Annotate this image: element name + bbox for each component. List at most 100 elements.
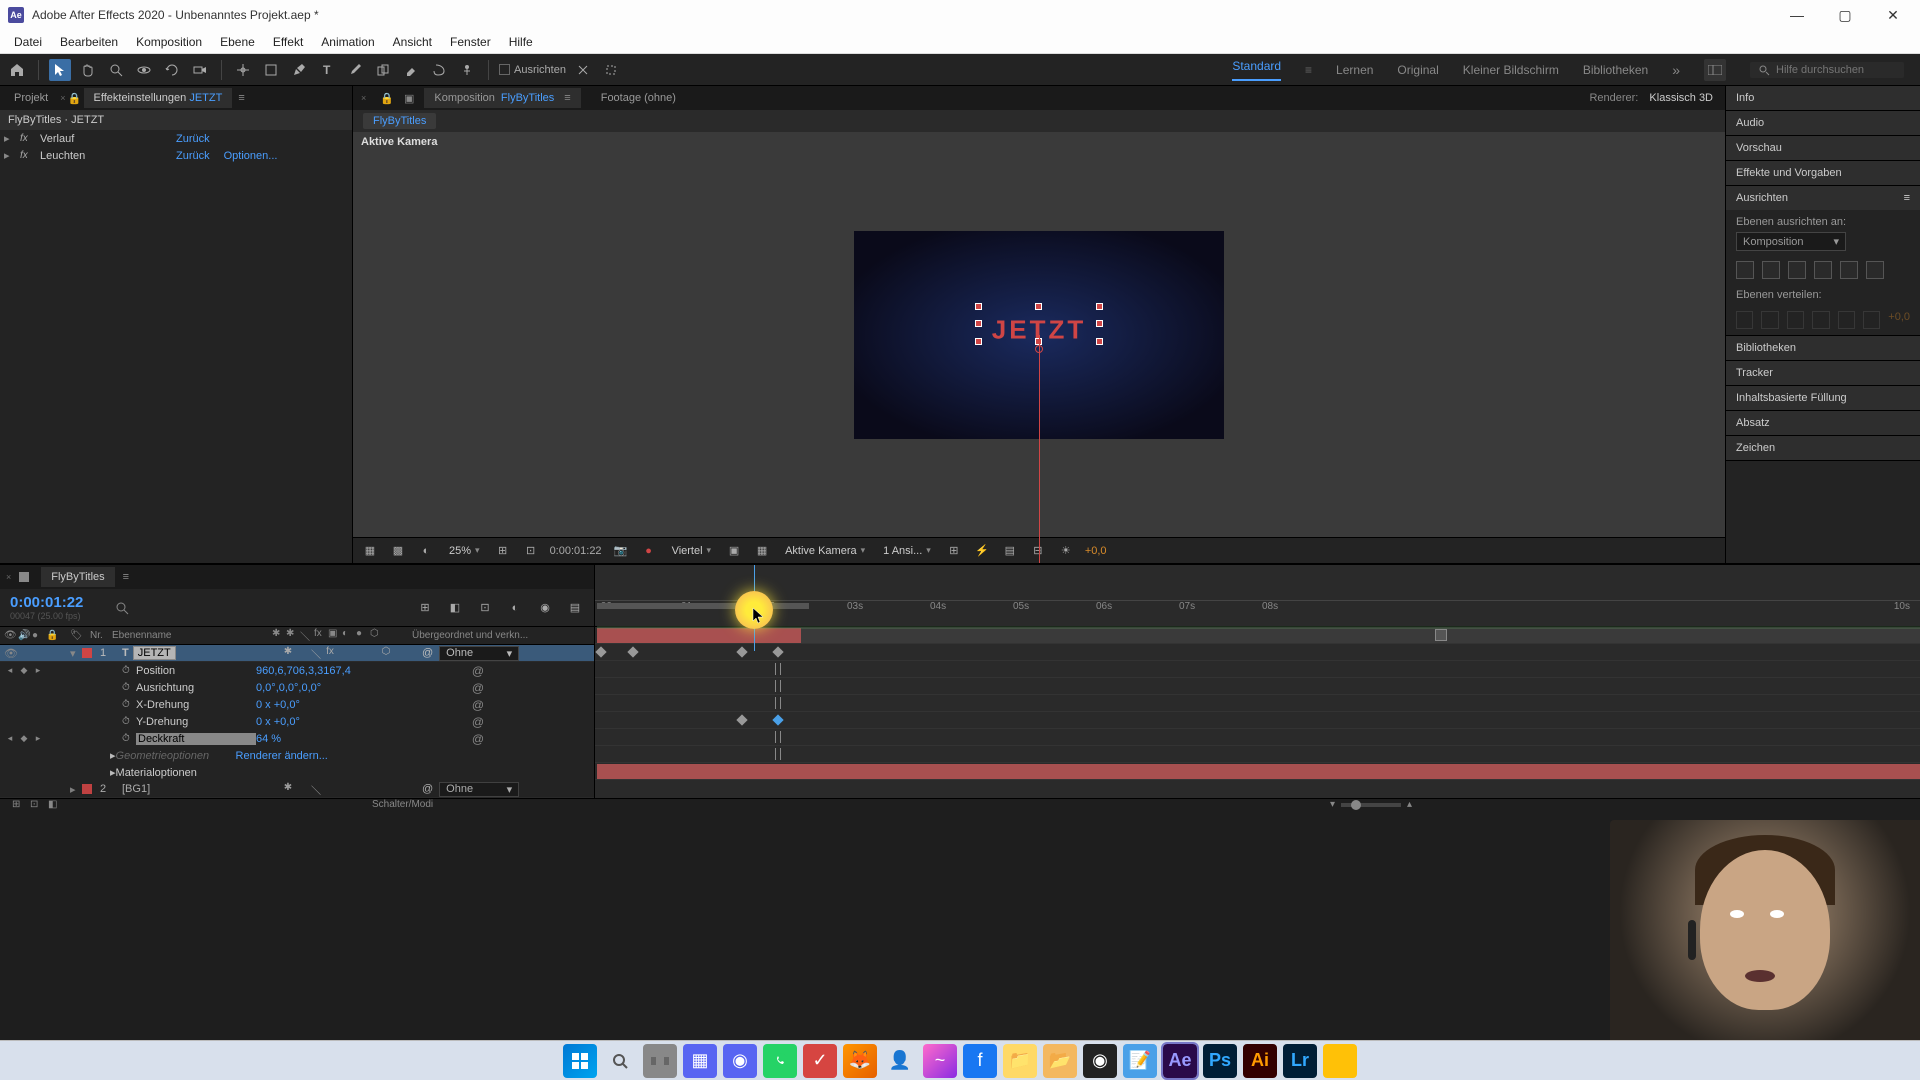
prop-material[interactable]: ▸ Materialoptionen bbox=[0, 764, 594, 781]
pickwhip-icon[interactable]: @ bbox=[422, 647, 433, 659]
panel-tracker[interactable]: Tracker bbox=[1726, 361, 1920, 385]
footer-timecode[interactable]: 0:00:01:22 bbox=[550, 545, 602, 557]
handle-ml[interactable] bbox=[975, 320, 982, 327]
workspace-overflow[interactable]: » bbox=[1672, 62, 1680, 78]
view-dropdown[interactable]: Aktive Kamera▾ bbox=[781, 545, 869, 557]
panel-libraries[interactable]: Bibliotheken bbox=[1726, 336, 1920, 360]
photoshop-icon[interactable]: Ps bbox=[1203, 1044, 1237, 1078]
handle-mr[interactable] bbox=[1096, 320, 1103, 327]
hand-tool[interactable] bbox=[77, 59, 99, 81]
breadcrumb-item[interactable]: FlyByTitles bbox=[363, 113, 436, 129]
fx-icon[interactable]: fx bbox=[20, 150, 34, 161]
explorer-icon[interactable]: 📁 bbox=[1003, 1044, 1037, 1078]
workspace-kleiner[interactable]: Kleiner Bildschirm bbox=[1463, 63, 1559, 77]
anchor-tool[interactable] bbox=[232, 59, 254, 81]
panel-content-aware[interactable]: Inhaltsbasierte Füllung bbox=[1726, 386, 1920, 410]
prop-y-rotation[interactable]: ⏱ Y-Drehung 0 x +0,0° @ bbox=[0, 713, 594, 730]
panel-paragraph[interactable]: Absatz bbox=[1726, 411, 1920, 435]
panel-audio[interactable]: Audio bbox=[1726, 111, 1920, 135]
contact-icon[interactable]: 👤 bbox=[883, 1044, 917, 1078]
expression-marker[interactable] bbox=[775, 731, 781, 743]
layer-name-field[interactable]: JETZT bbox=[133, 646, 176, 660]
fx-icon[interactable]: fx bbox=[20, 133, 34, 144]
timeline-zoom[interactable]: ▾ ▴ bbox=[1330, 799, 1412, 810]
parent-dropdown[interactable]: Ohne▾ bbox=[439, 782, 519, 797]
zoom-dropdown[interactable]: 25%▾ bbox=[445, 545, 484, 557]
text-tool[interactable]: T bbox=[316, 59, 338, 81]
lock-icon[interactable]: 🔒 bbox=[68, 91, 82, 105]
expression-pickwhip-icon[interactable]: @ bbox=[472, 681, 484, 695]
timeline-icon[interactable]: ▤ bbox=[1001, 542, 1019, 560]
puppet-tool[interactable] bbox=[456, 59, 478, 81]
taskbar-search-icon[interactable] bbox=[603, 1044, 637, 1078]
expression-marker[interactable] bbox=[775, 748, 781, 760]
taskview-icon[interactable] bbox=[643, 1044, 677, 1078]
layer-duration-bar[interactable] bbox=[597, 628, 801, 643]
track-xrot[interactable] bbox=[595, 678, 1920, 695]
keyframe-selected[interactable] bbox=[772, 714, 783, 725]
toggle-pane-icon[interactable]: ◧ bbox=[48, 799, 62, 810]
expression-pickwhip-icon[interactable]: @ bbox=[472, 715, 484, 729]
switches-modes-toggle[interactable]: Schalter/Modi bbox=[372, 799, 433, 810]
track-geometry[interactable] bbox=[595, 729, 1920, 746]
stopwatch-icon[interactable]: ⏱ bbox=[122, 682, 136, 693]
expand-icon[interactable]: ▸ bbox=[4, 132, 14, 145]
end-handle-icon[interactable] bbox=[1435, 629, 1447, 641]
eraser-tool[interactable] bbox=[400, 59, 422, 81]
handle-br[interactable] bbox=[1096, 338, 1103, 345]
handle-bl[interactable] bbox=[975, 338, 982, 345]
obs-icon[interactable]: ◉ bbox=[1083, 1044, 1117, 1078]
expression-marker[interactable] bbox=[775, 663, 781, 675]
prop-opacity[interactable]: ◂◆▸ ⏱ Deckkraft 64 % @ bbox=[0, 730, 594, 747]
menu-animation[interactable]: Animation bbox=[313, 33, 382, 51]
layer-color[interactable] bbox=[82, 648, 92, 658]
always-preview-icon[interactable]: ▦ bbox=[361, 542, 379, 560]
keyframe[interactable] bbox=[736, 714, 747, 725]
graph-editor-icon[interactable]: ▤ bbox=[566, 599, 584, 617]
keyframe[interactable] bbox=[772, 646, 783, 657]
shape-tool[interactable] bbox=[260, 59, 282, 81]
toggle-modes-icon[interactable]: ⊡ bbox=[30, 799, 44, 810]
discord-icon[interactable]: ◉ bbox=[723, 1044, 757, 1078]
composition-canvas[interactable]: JETZT bbox=[854, 231, 1224, 439]
stopwatch-icon[interactable]: ⏱ bbox=[122, 665, 136, 676]
tab-footage[interactable]: Footage (ohne) bbox=[591, 88, 686, 108]
panel-align[interactable]: Ausrichten≡ bbox=[1726, 186, 1920, 210]
mask-icon[interactable]: ◐ bbox=[417, 542, 435, 560]
next-key-icon[interactable]: ▸ bbox=[32, 733, 44, 744]
lock-icon[interactable]: 🔒 bbox=[380, 92, 394, 105]
help-search[interactable] bbox=[1750, 62, 1904, 78]
transparency-icon[interactable]: ▩ bbox=[389, 542, 407, 560]
tab-effect-controls[interactable]: Effekteinstellungen JETZT bbox=[84, 88, 233, 108]
res-icon[interactable]: ⊞ bbox=[494, 542, 512, 560]
layer-name[interactable]: [BG1] bbox=[122, 783, 150, 795]
menu-ansicht[interactable]: Ansicht bbox=[385, 33, 440, 51]
track-material[interactable] bbox=[595, 746, 1920, 763]
illustrator-icon[interactable]: Ai bbox=[1243, 1044, 1277, 1078]
3d-toggle[interactable]: ⬡ bbox=[380, 646, 392, 661]
panel-menu-icon[interactable]: ≡ bbox=[1904, 192, 1910, 204]
pixel-icon[interactable]: ⊞ bbox=[945, 542, 963, 560]
snap-option-1[interactable] bbox=[572, 59, 594, 81]
widgets-icon[interactable]: ▦ bbox=[683, 1044, 717, 1078]
expression-pickwhip-icon[interactable]: @ bbox=[472, 664, 484, 678]
lightroom-icon[interactable]: Lr bbox=[1283, 1044, 1317, 1078]
menu-effekt[interactable]: Effekt bbox=[265, 33, 311, 51]
rotate-tool[interactable] bbox=[161, 59, 183, 81]
timeline-layer-2[interactable]: ▸ 2 [BG1] ✱＼ @ Ohne▾ bbox=[0, 781, 594, 798]
whatsapp-icon[interactable] bbox=[763, 1044, 797, 1078]
pen-tool[interactable] bbox=[288, 59, 310, 81]
keyframe[interactable] bbox=[595, 646, 606, 657]
effect-leuchten[interactable]: ▸ fx Leuchten Zurück Optionen... bbox=[0, 147, 352, 164]
align-top-button[interactable] bbox=[1814, 261, 1832, 279]
prop-x-rotation[interactable]: ⏱ X-Drehung 0 x +0,0° @ bbox=[0, 696, 594, 713]
menu-datei[interactable]: Datei bbox=[6, 33, 50, 51]
expression-marker[interactable] bbox=[775, 680, 781, 692]
workspace-original[interactable]: Original bbox=[1397, 63, 1438, 77]
exposure-reset-icon[interactable]: ☀ bbox=[1057, 542, 1075, 560]
shy-icon[interactable]: ⊡ bbox=[476, 599, 494, 617]
help-search-input[interactable] bbox=[1776, 64, 1896, 76]
expand-layer-icon[interactable]: ▾ bbox=[70, 647, 82, 660]
todoist-icon[interactable]: ✓ bbox=[803, 1044, 837, 1078]
expand-layer-icon[interactable]: ▸ bbox=[70, 783, 82, 796]
